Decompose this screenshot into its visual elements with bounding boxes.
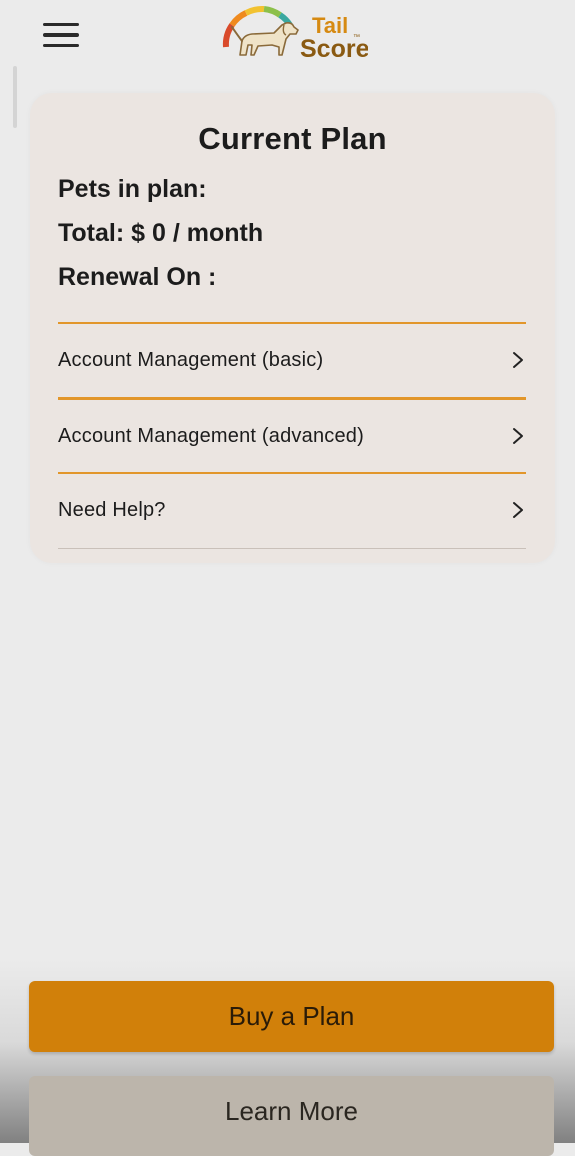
menu-item-account-basic[interactable]: Account Management (basic) — [58, 324, 526, 396]
menu-item-need-help[interactable]: Need Help? — [58, 474, 526, 546]
hamburger-menu-button[interactable] — [38, 18, 84, 52]
buy-plan-button[interactable]: Buy a Plan — [29, 981, 554, 1052]
learn-more-button[interactable]: Learn More — [29, 1076, 554, 1156]
chevron-right-icon — [513, 502, 523, 518]
menu-item-label: Account Management (basic) — [58, 348, 324, 371]
app-header: Tail Score ™ — [0, 0, 575, 70]
buy-plan-label: Buy a Plan — [228, 1001, 355, 1031]
card-title: Current Plan — [198, 121, 387, 156]
current-plan-card: Current Plan Pets in plan: Total: $ 0 / … — [30, 93, 555, 563]
hamburger-line — [43, 33, 79, 37]
menu-item-label: Account Management (advanced) — [58, 424, 364, 447]
svg-text:™: ™ — [353, 34, 360, 41]
hamburger-menu-icon — [43, 22, 79, 27]
learn-more-label: Learn More — [225, 1096, 358, 1126]
tailscore-logo[interactable]: Tail Score ™ — [218, 3, 368, 65]
pets-in-plan-text: Pets in plan: — [58, 175, 207, 203]
chevron-right-icon — [513, 428, 523, 444]
chevron-right-icon — [513, 352, 523, 368]
hamburger-line — [43, 43, 79, 48]
renewal-text: Renewal On : — [58, 263, 217, 291]
menu-item-label: Need Help? — [58, 498, 166, 521]
dog-gauge-logo-icon: Tail Score ™ — [222, 5, 368, 63]
total-text: Total: $ 0 / month — [58, 219, 264, 247]
divider — [58, 548, 526, 549]
scrollbar[interactable] — [13, 66, 17, 128]
menu-item-account-advanced[interactable]: Account Management (advanced) — [58, 400, 526, 472]
